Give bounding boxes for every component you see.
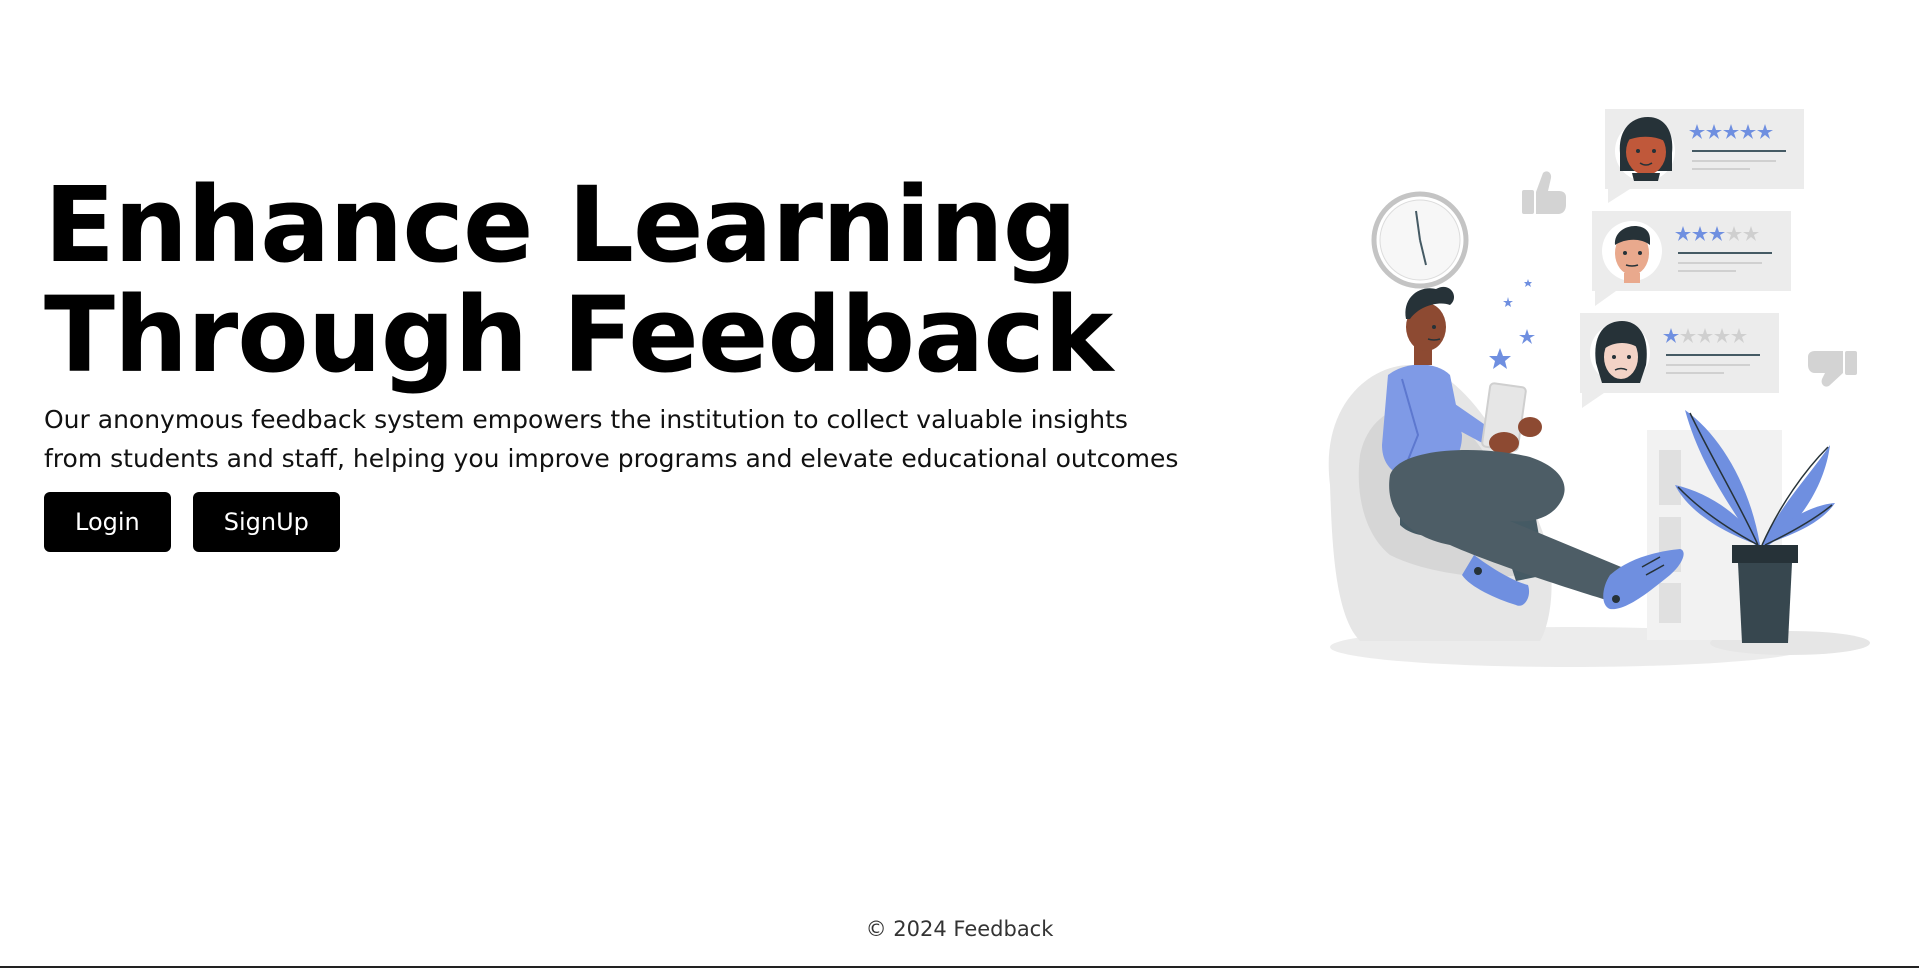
hero-title-line-2: Through Feedback (44, 274, 1113, 396)
copyright-text: © 2024 Feedback (865, 917, 1054, 941)
signup-button[interactable]: SignUp (192, 492, 340, 552)
login-button[interactable]: Login (44, 492, 171, 552)
hero-title-line-1: Enhance Learning (44, 164, 1077, 286)
review-card-3-stars (1592, 211, 1791, 306)
thumbs-down-icon (1808, 351, 1857, 387)
thumbs-up-icon (1522, 171, 1566, 214)
hero-section: Enhance Learning Through Feedback Our an… (44, 170, 1244, 552)
hero-description: Our anonymous feedback system empowers t… (44, 405, 1179, 473)
review-card-1-star (1580, 313, 1779, 408)
hero-title: Enhance Learning Through Feedback (44, 170, 1244, 390)
site-footer: © 2024 Feedback (0, 917, 1919, 941)
clock-icon (1371, 191, 1469, 289)
floating-stars (1489, 279, 1535, 369)
review-card-5-stars (1605, 109, 1804, 203)
auth-buttons: Login SignUp (44, 492, 1244, 552)
feedback-illustration (1310, 105, 1880, 675)
